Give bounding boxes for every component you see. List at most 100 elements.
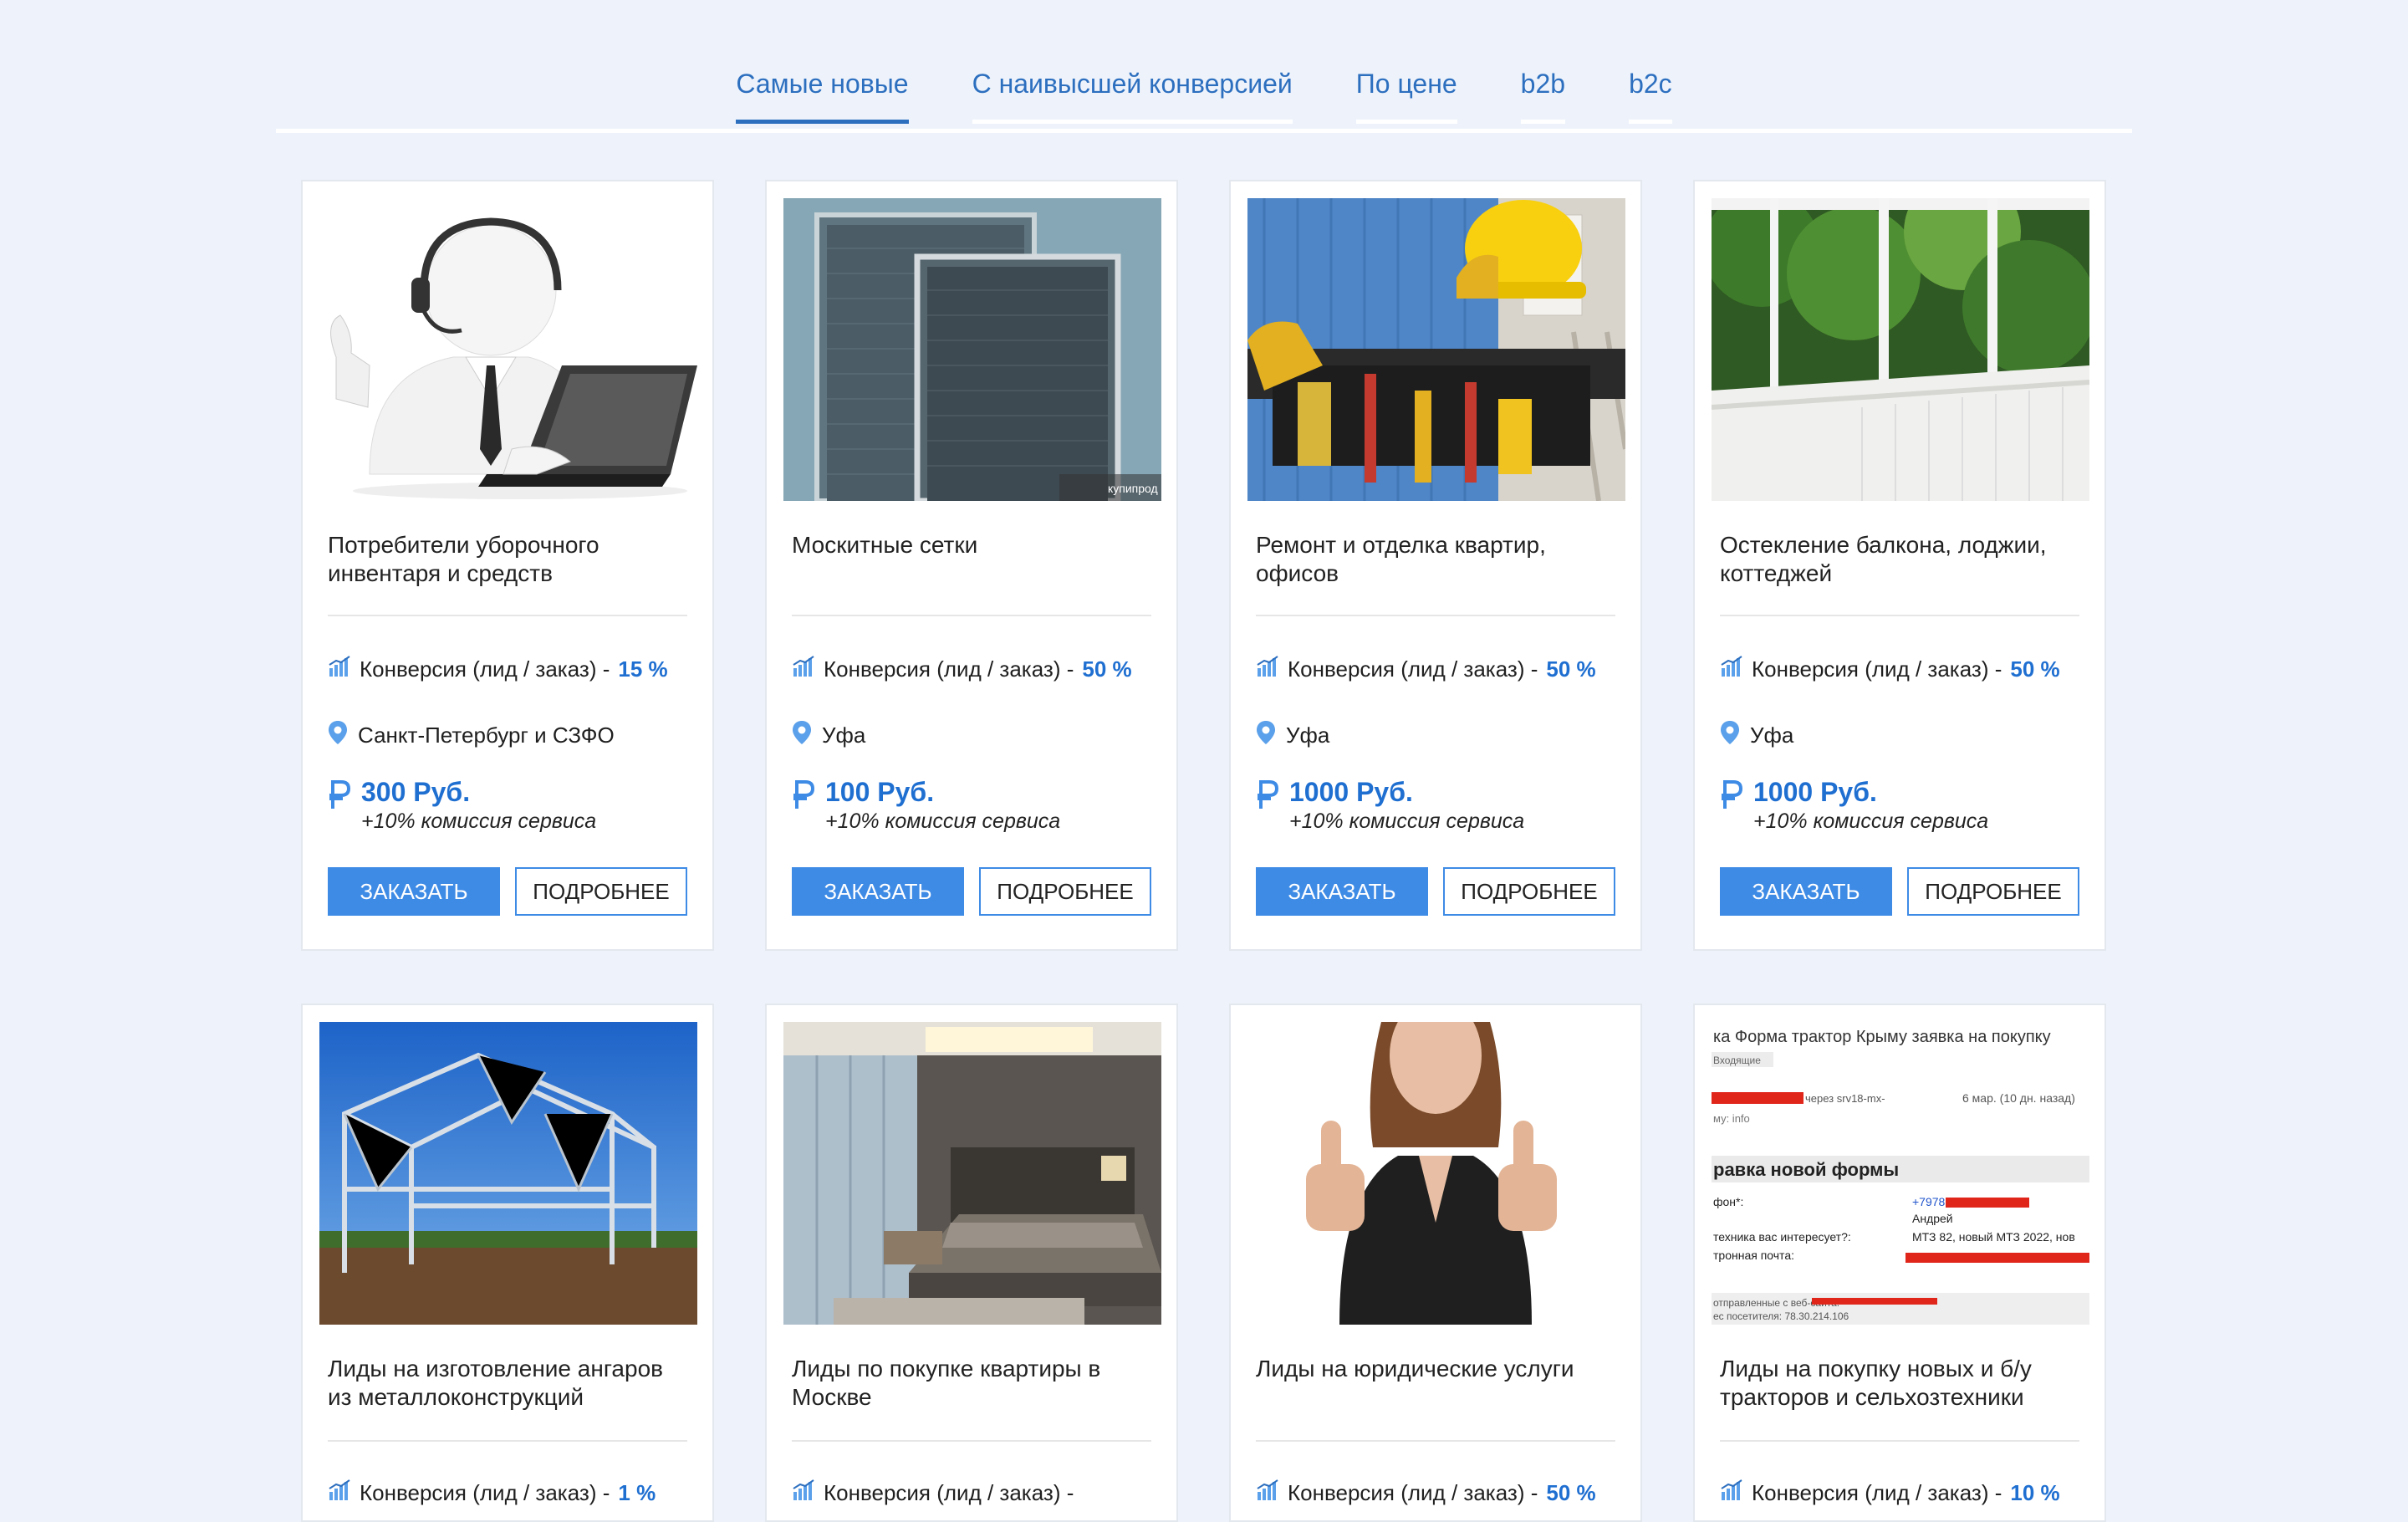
chart-bars-icon (328, 1479, 351, 1508)
chart-bars-icon (1720, 655, 1743, 684)
offer-title: Ремонт и отделка квартир, офисов (1256, 532, 1546, 586)
offer-image-apartment-bedroom[interactable] (783, 1022, 1161, 1325)
location-text: Санкт-Петербург и СЗФО (358, 723, 615, 748)
divider (792, 1440, 1151, 1442)
tab-b2c[interactable]: b2c (1629, 59, 1672, 124)
conversion-row: Конверсия (лид / заказ) - 10 % (1720, 1479, 2060, 1508)
tab-b2b[interactable]: b2b (1520, 59, 1566, 124)
offer-image-email-form[interactable]: ка Форма трактор Крыму заявка на покупку… (1712, 1022, 2089, 1325)
email-tech-label: техника вас интересует?: (1713, 1230, 1851, 1244)
email-mail-label: тронная почта: (1713, 1249, 1794, 1262)
ruble-icon (328, 777, 351, 835)
price-value: 100 Руб. (825, 777, 935, 807)
tab-newest[interactable]: Самые новые (736, 59, 909, 124)
offer-image-repair-worker[interactable] (1247, 198, 1625, 501)
location-pin-icon (1256, 720, 1276, 751)
tab-by-price[interactable]: По цене (1355, 59, 1457, 124)
email-heading: равка новой формы (1713, 1159, 1899, 1180)
tab-highest-conversion[interactable]: С наивысшей конверсией (972, 59, 1293, 124)
offer-image-balcony-glazing[interactable] (1712, 198, 2089, 501)
offer-card: Лиды на изготовление ангаров из металлок… (301, 1004, 714, 1522)
email-subject: ка Форма трактор Крыму заявка на покупку (1713, 1028, 2051, 1046)
order-button[interactable]: ЗАКАЗАТЬ (792, 867, 964, 916)
offer-card: Лиды по покупке квартиры в Москве Конвер… (765, 1004, 1178, 1522)
details-button[interactable]: ПОДРОБНЕЕ (979, 867, 1151, 916)
conversion-value: 50 % (1082, 656, 1132, 682)
conversion-value: 50 % (1546, 1480, 1596, 1505)
offer-card: Потребители уборочного инвентаря и средс… (301, 180, 714, 951)
price-value: 1000 Руб. (1753, 777, 1877, 807)
conversion-row: Конверсия (лид / заказ) - 50 % (792, 655, 1132, 684)
conversion-label: Конверсия (лид / заказ) - (1752, 1480, 2002, 1505)
order-button[interactable]: ЗАКАЗАТЬ (1720, 867, 1892, 916)
image-caption: купипрод (1108, 482, 1158, 495)
conversion-row: Конверсия (лид / заказ) - 50 % (1256, 655, 1596, 684)
offer-image-support-person[interactable] (319, 198, 697, 501)
divider (792, 615, 1151, 616)
offer-title: Потребители уборочного инвентаря и средс… (328, 532, 599, 586)
email-via: через srv18-mx- (1805, 1092, 1885, 1105)
location-row: Санкт-Петербург и СЗФО (328, 720, 615, 751)
details-button[interactable]: ПОДРОБНЕЕ (1443, 867, 1615, 916)
location-text: Уфа (1750, 723, 1794, 748)
email-phone-value: +7978 (1912, 1195, 1946, 1208)
filter-tabs-bar: Самые новые С наивысшей конверсией По це… (276, 59, 2132, 133)
service-fee: +10% комиссия сервиса (361, 810, 597, 833)
offer-image-mosquito-nets[interactable]: купипрод (783, 198, 1161, 501)
offer-image-thumbs-up-woman[interactable] (1247, 1022, 1625, 1325)
conversion-label: Конверсия (лид / заказ) - (1752, 656, 2002, 682)
chart-bars-icon (792, 1479, 815, 1508)
chart-bars-icon (328, 655, 351, 684)
email-name-value: Андрей (1912, 1212, 1953, 1225)
details-button[interactable]: ПОДРОБНЕЕ (515, 867, 687, 916)
divider (1720, 615, 2079, 616)
offer-title: Москитные сетки (792, 532, 978, 558)
price-row: 1000 Руб. +10% комиссия сервиса (1720, 777, 1988, 835)
location-pin-icon (328, 720, 348, 751)
price-row: 1000 Руб. +10% комиссия сервиса (1256, 777, 1524, 835)
chart-bars-icon (792, 655, 815, 684)
service-fee: +10% комиссия сервиса (1289, 810, 1525, 833)
conversion-row: Конверсия (лид / заказ) - (792, 1479, 1082, 1508)
email-to: му: info (1713, 1112, 1750, 1125)
conversion-value: 1 % (618, 1480, 656, 1505)
order-button[interactable]: ЗАКАЗАТЬ (1256, 867, 1428, 916)
location-text: Уфа (822, 723, 866, 748)
ruble-icon (1720, 777, 1743, 835)
offer-title: Лиды по покупке квартиры в Москве (792, 1356, 1101, 1410)
offer-card: Остекление балкона, лоджии, коттеджей Ко… (1693, 180, 2106, 951)
email-inbox-tag: Входящие (1713, 1055, 1761, 1066)
conversion-value: 50 % (2010, 656, 2060, 682)
email-ip-label: ес посетителя: 78.30.214.106 (1713, 1310, 1849, 1322)
details-button[interactable]: ПОДРОБНЕЕ (1907, 867, 2079, 916)
divider (1256, 1440, 1615, 1442)
service-fee: +10% комиссия сервиса (825, 810, 1061, 833)
service-fee: +10% комиссия сервиса (1753, 810, 1989, 833)
conversion-row: Конверсия (лид / заказ) - 50 % (1256, 1479, 1596, 1508)
conversion-row: Конверсия (лид / заказ) - 15 % (328, 655, 668, 684)
conversion-label: Конверсия (лид / заказ) - (1288, 1480, 1538, 1505)
order-button[interactable]: ЗАКАЗАТЬ (328, 867, 500, 916)
filter-tabs: Самые новые С наивысшей конверсией По це… (276, 59, 2132, 124)
location-text: Уфа (1286, 723, 1330, 748)
chart-bars-icon (1720, 1479, 1743, 1508)
conversion-row: Конверсия (лид / заказ) - 1 % (328, 1479, 656, 1508)
email-tech-value: МТЗ 82, новый МТЗ 2022, нов (1912, 1230, 2075, 1244)
price-value: 300 Руб. (361, 777, 471, 807)
offer-title: Лиды на юридические услуги (1256, 1356, 1574, 1382)
location-row: Уфа (1256, 720, 1329, 751)
chart-bars-icon (1256, 655, 1279, 684)
divider (328, 615, 687, 616)
divider (1256, 615, 1615, 616)
offer-image-steel-hangar[interactable] (319, 1022, 697, 1325)
email-phone-label: фон*: (1713, 1195, 1743, 1208)
divider (1720, 1440, 2079, 1442)
location-row: Уфа (1720, 720, 1793, 751)
location-pin-icon (792, 720, 812, 751)
offer-title: Лиды на изготовление ангаров из металлок… (328, 1356, 664, 1410)
offer-title: Лиды на покупку новых и б/у тракторов и … (1720, 1356, 2032, 1410)
price-value: 1000 Руб. (1289, 777, 1413, 807)
conversion-value: 50 % (1546, 656, 1596, 682)
conversion-value: 15 % (618, 656, 668, 682)
location-row: Уфа (792, 720, 865, 751)
